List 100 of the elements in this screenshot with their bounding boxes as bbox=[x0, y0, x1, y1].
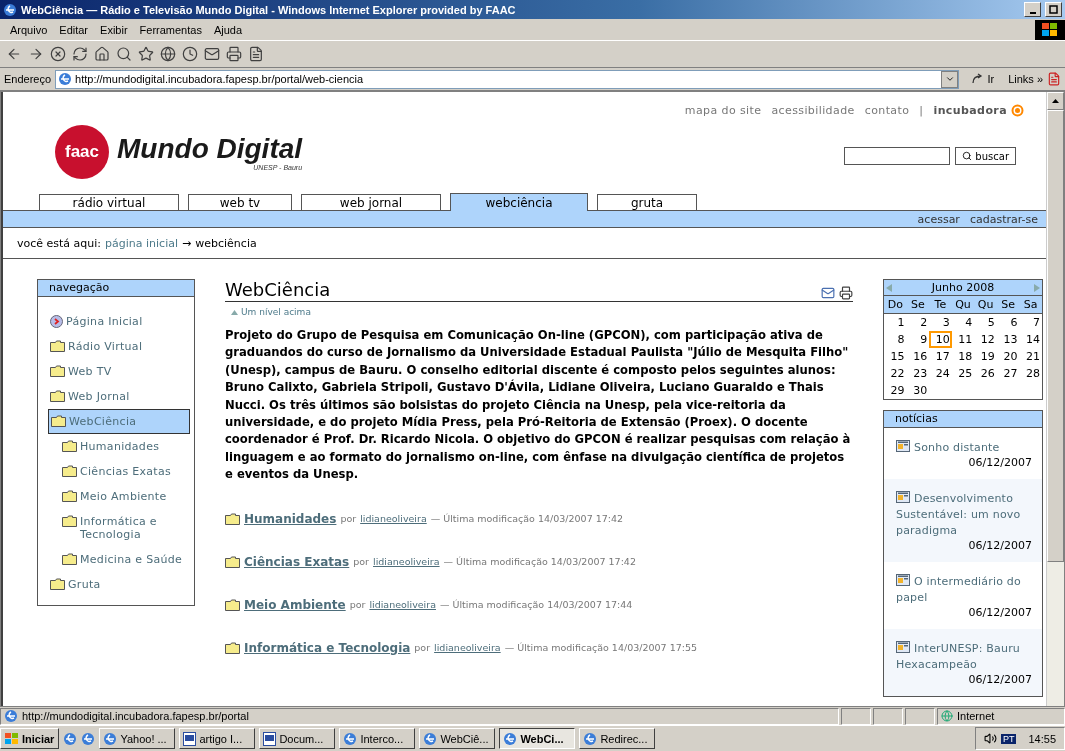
search-icon[interactable] bbox=[116, 46, 132, 62]
taskbar-button[interactable]: Yahoo! ... bbox=[99, 728, 176, 749]
calendar-day[interactable]: 8 bbox=[884, 331, 907, 348]
top-link[interactable]: mapa do site bbox=[684, 104, 762, 117]
author-link[interactable]: lidianeoliveira bbox=[373, 556, 440, 568]
links-button[interactable]: Links » bbox=[1008, 73, 1043, 85]
section-tab[interactable]: gruta bbox=[597, 194, 697, 210]
search-field[interactable] bbox=[844, 147, 951, 165]
nav-item[interactable]: Rádio Virtual bbox=[48, 334, 190, 359]
clock-icon[interactable] bbox=[182, 46, 198, 62]
nav-item[interactable]: Humanidades bbox=[48, 434, 190, 459]
calendar-day[interactable]: 11 bbox=[951, 331, 975, 348]
calendar-day[interactable]: 9 bbox=[906, 331, 930, 348]
section-tab[interactable]: web jornal bbox=[301, 194, 441, 210]
calendar-day[interactable]: 28 bbox=[1019, 365, 1042, 382]
taskbar-button[interactable]: Docum... bbox=[259, 728, 336, 749]
calendar-day[interactable]: 5 bbox=[974, 314, 997, 331]
nav-item[interactable]: Meio Ambiente bbox=[48, 484, 190, 509]
author-link[interactable]: lidianeoliveira bbox=[369, 599, 436, 611]
calendar-day[interactable]: 17 bbox=[929, 348, 952, 365]
calendar-day[interactable]: 27 bbox=[996, 365, 1020, 382]
breadcrumb-link[interactable]: página inicial bbox=[105, 237, 179, 250]
go-button[interactable]: Ir bbox=[987, 73, 1005, 85]
nav-item[interactable]: Página Inicial bbox=[48, 309, 190, 334]
news-link[interactable]: Sonho distante bbox=[896, 440, 1032, 456]
calendar-day[interactable]: 18 bbox=[951, 348, 975, 365]
calendar-day[interactable]: 24 bbox=[929, 365, 952, 382]
calendar-day[interactable]: 20 bbox=[996, 348, 1020, 365]
calendar-day[interactable]: 19 bbox=[974, 348, 997, 365]
calendar-day[interactable]: 3 bbox=[929, 314, 952, 331]
user-link[interactable]: acessar bbox=[917, 212, 960, 226]
taskbar-button[interactable]: Redirec... bbox=[579, 728, 656, 749]
news-link[interactable]: InterUNESP: Bauru Hexacampeão bbox=[896, 641, 1032, 673]
printer-icon[interactable] bbox=[226, 46, 242, 62]
menu-item[interactable]: Editar bbox=[53, 23, 95, 36]
calendar-day[interactable]: 1 bbox=[884, 314, 907, 331]
calendar-day[interactable]: 26 bbox=[974, 365, 997, 382]
maximize-button[interactable] bbox=[1045, 2, 1062, 17]
taskbar-button[interactable]: artigo I... bbox=[179, 728, 256, 749]
calendar-day[interactable]: 7 bbox=[1019, 314, 1042, 331]
calendar-day[interactable]: 21 bbox=[1019, 348, 1042, 365]
refresh-icon[interactable] bbox=[72, 46, 88, 62]
top-link[interactable]: acessibilidade bbox=[771, 104, 855, 117]
menu-item[interactable]: Exibir bbox=[94, 23, 134, 36]
news-link[interactable]: Desenvolvimento Sustentável: um novo paradigma bbox=[896, 491, 1032, 539]
dropdown-button[interactable] bbox=[941, 70, 959, 88]
calendar-day[interactable]: 13 bbox=[996, 331, 1020, 348]
nav-item[interactable]: Web TV bbox=[48, 359, 190, 384]
globe-icon[interactable] bbox=[160, 46, 176, 62]
calendar-day[interactable]: 4 bbox=[951, 314, 975, 331]
calendar-day[interactable]: 30 bbox=[906, 382, 930, 399]
menu-item[interactable]: Arquivo bbox=[4, 23, 54, 36]
mail-icon[interactable] bbox=[204, 46, 220, 62]
back-icon[interactable] bbox=[6, 46, 22, 62]
star-icon[interactable] bbox=[138, 46, 154, 62]
menu-item[interactable]: Ajuda bbox=[207, 23, 249, 36]
nav-item[interactable]: Gruta bbox=[48, 572, 190, 597]
taskbar-button[interactable]: WebCiê... bbox=[419, 728, 496, 749]
calendar-day[interactable]: 14 bbox=[1019, 331, 1042, 348]
folder-link[interactable]: Ciências Exatas bbox=[244, 554, 350, 569]
news-link[interactable]: O intermediário do papel bbox=[896, 574, 1032, 606]
folder-link[interactable]: Meio Ambiente bbox=[244, 597, 346, 612]
calendar-day[interactable]: 23 bbox=[906, 365, 930, 382]
calendar-day[interactable]: 2 bbox=[906, 314, 930, 331]
up-link[interactable]: Um nível acima bbox=[231, 307, 853, 317]
nav-item[interactable]: WebCiência bbox=[48, 409, 190, 434]
calendar-day[interactable]: 25 bbox=[951, 365, 975, 382]
stop-icon[interactable] bbox=[50, 46, 66, 62]
section-tab[interactable]: rádio virtual bbox=[39, 194, 179, 210]
taskbar-button[interactable]: WebCi... bbox=[499, 728, 576, 749]
forward-icon[interactable] bbox=[28, 46, 44, 62]
folder-link[interactable]: Informática e Tecnologia bbox=[244, 640, 411, 655]
calendar-day[interactable]: 16 bbox=[906, 348, 930, 365]
author-link[interactable]: lidianeoliveira bbox=[360, 513, 427, 525]
menu-item[interactable]: Ferramentas bbox=[133, 23, 208, 36]
top-link[interactable]: contato bbox=[864, 104, 910, 117]
author-link[interactable]: lidianeoliveira bbox=[434, 642, 501, 654]
user-link[interactable]: cadastrar-se bbox=[969, 212, 1038, 226]
calendar-day[interactable]: 22 bbox=[884, 365, 907, 382]
toolbar-icon[interactable] bbox=[1047, 72, 1061, 86]
speaker-icon[interactable] bbox=[983, 732, 997, 745]
nav-item[interactable]: Medicina e Saúde bbox=[48, 547, 190, 572]
mail-icon[interactable] bbox=[821, 286, 835, 300]
search-button[interactable]: buscar bbox=[955, 147, 1016, 165]
section-tab[interactable]: web tv bbox=[188, 194, 292, 210]
top-link[interactable]: incubadora bbox=[933, 104, 1007, 117]
minimize-button[interactable] bbox=[1024, 2, 1041, 17]
language-indicator[interactable]: PT bbox=[1000, 733, 1017, 744]
scroll-bar[interactable] bbox=[1046, 92, 1064, 706]
calendar-day[interactable]: 6 bbox=[996, 314, 1020, 331]
printer-icon[interactable] bbox=[839, 286, 853, 300]
calendar-day[interactable]: 10 bbox=[929, 331, 952, 348]
calendar-day[interactable]: 15 bbox=[884, 348, 907, 365]
nav-item[interactable]: Web Jornal bbox=[48, 384, 190, 409]
section-tab[interactable]: webciência bbox=[450, 193, 588, 211]
nav-item[interactable]: Informática e Tecnologia bbox=[48, 509, 190, 547]
home-icon[interactable] bbox=[94, 46, 110, 62]
folder-link[interactable]: Humanidades bbox=[244, 511, 337, 526]
start-button[interactable]: Iniciar bbox=[0, 728, 60, 749]
calendar-day[interactable]: 29 bbox=[884, 382, 907, 399]
